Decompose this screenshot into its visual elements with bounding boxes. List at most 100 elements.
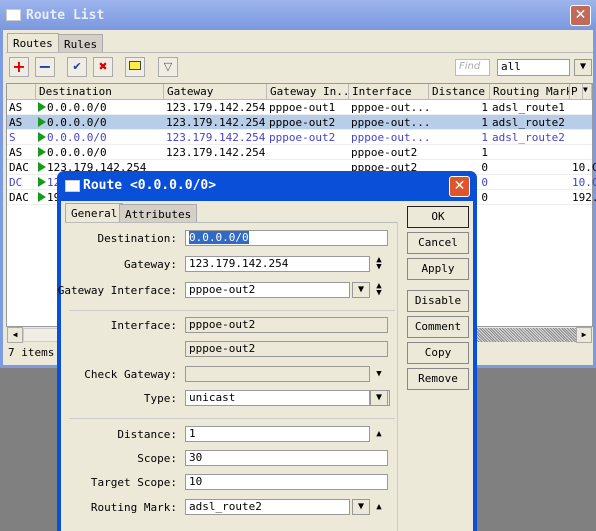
tab-attributes[interactable]: Attributes: [119, 204, 198, 223]
cell-text: DAC: [9, 191, 29, 204]
expand-down-arrow-icon[interactable]: ▼: [374, 370, 384, 379]
scope-field[interactable]: 30: [185, 450, 388, 466]
col-destination[interactable]: Destination: [36, 84, 164, 100]
cell-p: 10.C: [572, 161, 596, 174]
ok-button[interactable]: OK: [407, 206, 469, 228]
interface-label: Interface:: [110, 319, 177, 332]
remove-icon[interactable]: −: [35, 57, 55, 77]
destination-field[interactable]: 0.0.0.0/0: [185, 230, 388, 246]
disable-button[interactable]: Disable: [407, 290, 469, 312]
scroll-left-icon[interactable]: ◀: [7, 327, 23, 343]
cell-text: 1: [481, 146, 488, 159]
cell-text: adsl_route2: [492, 116, 565, 129]
cell-text: AS: [9, 101, 23, 114]
find-input[interactable]: Find: [455, 59, 490, 76]
expand-up-arrow-icon[interactable]: ▲: [374, 503, 384, 512]
dialog-title: Route <0.0.0.0/0>: [83, 178, 217, 193]
cell-text: 0: [481, 176, 488, 189]
cell-mark: adsl_route2: [492, 116, 565, 129]
tab-rules[interactable]: Rules: [58, 34, 104, 53]
table-row[interactable]: AS 0.0.0.0/0 123.179.142.254 pppoe-out2 pppo…: [7, 115, 592, 130]
cell-iface: pppoe-out...: [351, 116, 430, 129]
dialog-close-button[interactable]: ✕: [449, 176, 470, 197]
target-scope-label: Target Scope:: [90, 476, 177, 489]
cell-text: pppoe-out2: [351, 146, 418, 159]
cell-mark: adsl_route2: [492, 131, 565, 144]
filter-select[interactable]: all: [497, 59, 570, 76]
col-gateway-interface[interactable]: Gateway In...: [267, 84, 349, 100]
cell-gw: 123.179.142.254: [166, 116, 265, 129]
cell-dest: 0.0.0.0/0: [38, 101, 107, 114]
route-flag-icon: [38, 177, 46, 187]
cell-text: adsl_route1: [492, 101, 565, 114]
cancel-button[interactable]: Cancel: [407, 232, 469, 254]
copy-button[interactable]: Copy: [407, 342, 469, 364]
columns-menu-button[interactable]: ▼: [583, 84, 592, 100]
cell-mark: adsl_route1: [492, 101, 565, 114]
tab-general[interactable]: General: [65, 203, 124, 222]
gateway-interface-dropdown-button[interactable]: ▼: [352, 282, 370, 298]
col-interface[interactable]: Interface: [349, 84, 429, 100]
cell-text: 0.0.0.0/0: [47, 146, 107, 159]
table-row[interactable]: S 0.0.0.0/0 123.179.142.254 pppoe-out2 pppoe…: [7, 130, 592, 145]
close-button[interactable]: ✕: [570, 5, 591, 26]
gateway-label: Gateway:: [124, 258, 177, 271]
destination-label: Destination:: [97, 232, 177, 245]
cell-text: 1: [481, 116, 488, 129]
cell-text: 1: [481, 131, 488, 144]
scroll-right-icon[interactable]: ▶: [576, 327, 592, 343]
comment-button[interactable]: Comment: [407, 316, 469, 338]
cell-text: DC: [9, 176, 23, 189]
cell-text: 1: [481, 101, 488, 114]
table-row[interactable]: AS 0.0.0.0/0 123.179.142.254 pppoe-out2 1: [7, 145, 592, 160]
cell-text: pppoe-out...: [351, 116, 431, 129]
cell-flags: AS: [9, 101, 22, 114]
disable-x-icon[interactable]: ✖: [93, 57, 113, 77]
type-dropdown-button[interactable]: ▼: [370, 390, 388, 406]
filter-dropdown-button[interactable]: ▼: [574, 59, 592, 76]
distance-field[interactable]: 1: [185, 426, 370, 442]
tab-routes[interactable]: Routes: [7, 33, 59, 52]
table-row[interactable]: AS 0.0.0.0/0 123.179.142.254 pppoe-out1 pppo…: [7, 100, 592, 115]
window-icon: [65, 180, 80, 192]
window-title: Route List: [26, 8, 105, 23]
expand-up-arrow-icon[interactable]: ▲: [374, 430, 384, 439]
scope-label: Scope:: [137, 452, 177, 465]
routing-mark-dropdown-button[interactable]: ▼: [352, 499, 370, 515]
cell-gwi: pppoe-out2: [269, 116, 335, 129]
gateway-field[interactable]: 123.179.142.254: [185, 256, 370, 272]
col-distance[interactable]: Distance: [429, 84, 490, 100]
filter-icon[interactable]: ▽: [158, 57, 178, 77]
gateway-interface-field[interactable]: pppoe-out2: [185, 282, 350, 298]
up-down-arrows-icon[interactable]: ▲ ▼: [374, 256, 384, 272]
cell-flags: AS: [9, 146, 22, 159]
cell-gwi: pppoe-out1: [269, 101, 335, 114]
col-pref-source[interactable]: P: [570, 84, 583, 100]
col-gateway[interactable]: Gateway: [164, 84, 267, 100]
col-routing-mark[interactable]: Routing Mark: [490, 84, 570, 100]
check-gateway-label: Check Gateway:: [84, 368, 177, 381]
enable-check-icon[interactable]: ✔: [67, 57, 87, 77]
add-icon[interactable]: +: [9, 57, 29, 77]
cell-dest: 0.0.0.0/0: [38, 146, 107, 159]
cell-dest: 0.0.0.0/0: [38, 131, 107, 144]
type-field[interactable]: unicast: [185, 390, 370, 406]
cell-text: 123.179.142.254: [166, 146, 266, 159]
target-scope-field[interactable]: 10: [185, 474, 388, 490]
apply-button[interactable]: Apply: [407, 258, 469, 280]
window-icon: [6, 9, 21, 21]
cell-text: pppoe-out...: [351, 131, 431, 144]
selected-text: 0.0.0.0/0: [189, 231, 249, 244]
remove-button[interactable]: Remove: [407, 368, 469, 390]
up-down-arrows-icon[interactable]: ▲ ▼: [374, 282, 384, 298]
routing-mark-field[interactable]: adsl_route2: [185, 499, 350, 515]
cell-flags: DAC: [9, 161, 29, 174]
col-flags: [7, 84, 36, 100]
cell-text: AS: [9, 116, 23, 129]
cell-gw: 123.179.142.254: [166, 101, 265, 114]
cell-text: 10.C: [572, 161, 596, 174]
cell-gwi: pppoe-out2: [269, 131, 335, 144]
comment-note-icon[interactable]: [125, 57, 145, 77]
cell-text: pppoe-out...: [351, 101, 431, 114]
distance-label: Distance:: [117, 428, 177, 441]
